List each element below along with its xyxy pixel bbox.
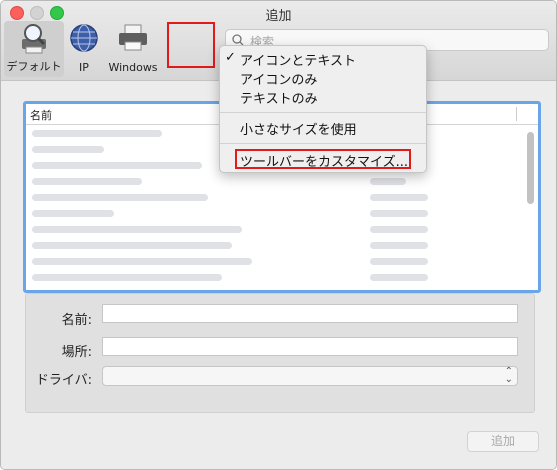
name-label: 名前: [61, 313, 92, 328]
list-item[interactable] [26, 222, 520, 237]
menu-item-text-only[interactable]: テキストのみ [240, 88, 318, 107]
toolbar-ip-label: IP [79, 61, 89, 74]
printer-icon [116, 22, 150, 57]
toolbar-ip-button[interactable]: IP [65, 21, 103, 77]
printer-details-form: 名前: 場所: ドライバ: ⌃ ⌄ [25, 293, 535, 413]
add-button[interactable]: 追加 [467, 431, 539, 452]
column-separator [516, 107, 517, 121]
toolbar-default-button[interactable]: デフォルト [4, 21, 64, 77]
menu-separator [220, 112, 426, 113]
column-header-name[interactable]: 名前 [30, 107, 52, 123]
globe-icon [68, 22, 100, 57]
list-item[interactable] [26, 190, 520, 205]
menu-item-icon-and-text[interactable]: アイコンとテキスト [240, 50, 356, 69]
magnifier-printer-icon [17, 22, 51, 59]
list-item[interactable] [26, 174, 520, 189]
list-item[interactable] [26, 270, 520, 285]
location-label: 場所: [61, 345, 92, 360]
chevron-updown-icon: ⌃ ⌄ [504, 366, 513, 385]
list-item[interactable] [26, 206, 520, 221]
driver-select[interactable]: ⌃ ⌄ [102, 366, 518, 386]
checkmark-icon: ✓ [225, 50, 236, 65]
toolbar-windows-button[interactable]: Windows [105, 21, 161, 77]
menu-item-icon-only[interactable]: アイコンのみ [240, 69, 317, 88]
driver-label: ドライバ: [35, 373, 92, 388]
location-field[interactable] [102, 337, 518, 356]
toolbar-context-menu: ✓ アイコンとテキスト アイコンのみ テキストのみ 小さなサイズを使用 ツールバ… [219, 45, 427, 173]
toolbar-default-label: デフォルト [6, 60, 62, 73]
list-scrollbar[interactable] [527, 132, 534, 204]
toolbar-windows-label: Windows [108, 61, 158, 74]
menu-separator [220, 143, 426, 144]
name-field[interactable] [102, 304, 518, 323]
toolbar-empty-highlight-box [167, 22, 215, 68]
list-item[interactable] [26, 238, 520, 253]
menu-item-use-small-size[interactable]: 小さなサイズを使用 [240, 119, 357, 138]
customize-highlight-box [235, 149, 411, 169]
list-item[interactable] [26, 254, 520, 269]
printer-add-window: 追加 デフォルト IP Windows 検索 名前 名前: 場所: ドライバ: … [0, 0, 557, 470]
